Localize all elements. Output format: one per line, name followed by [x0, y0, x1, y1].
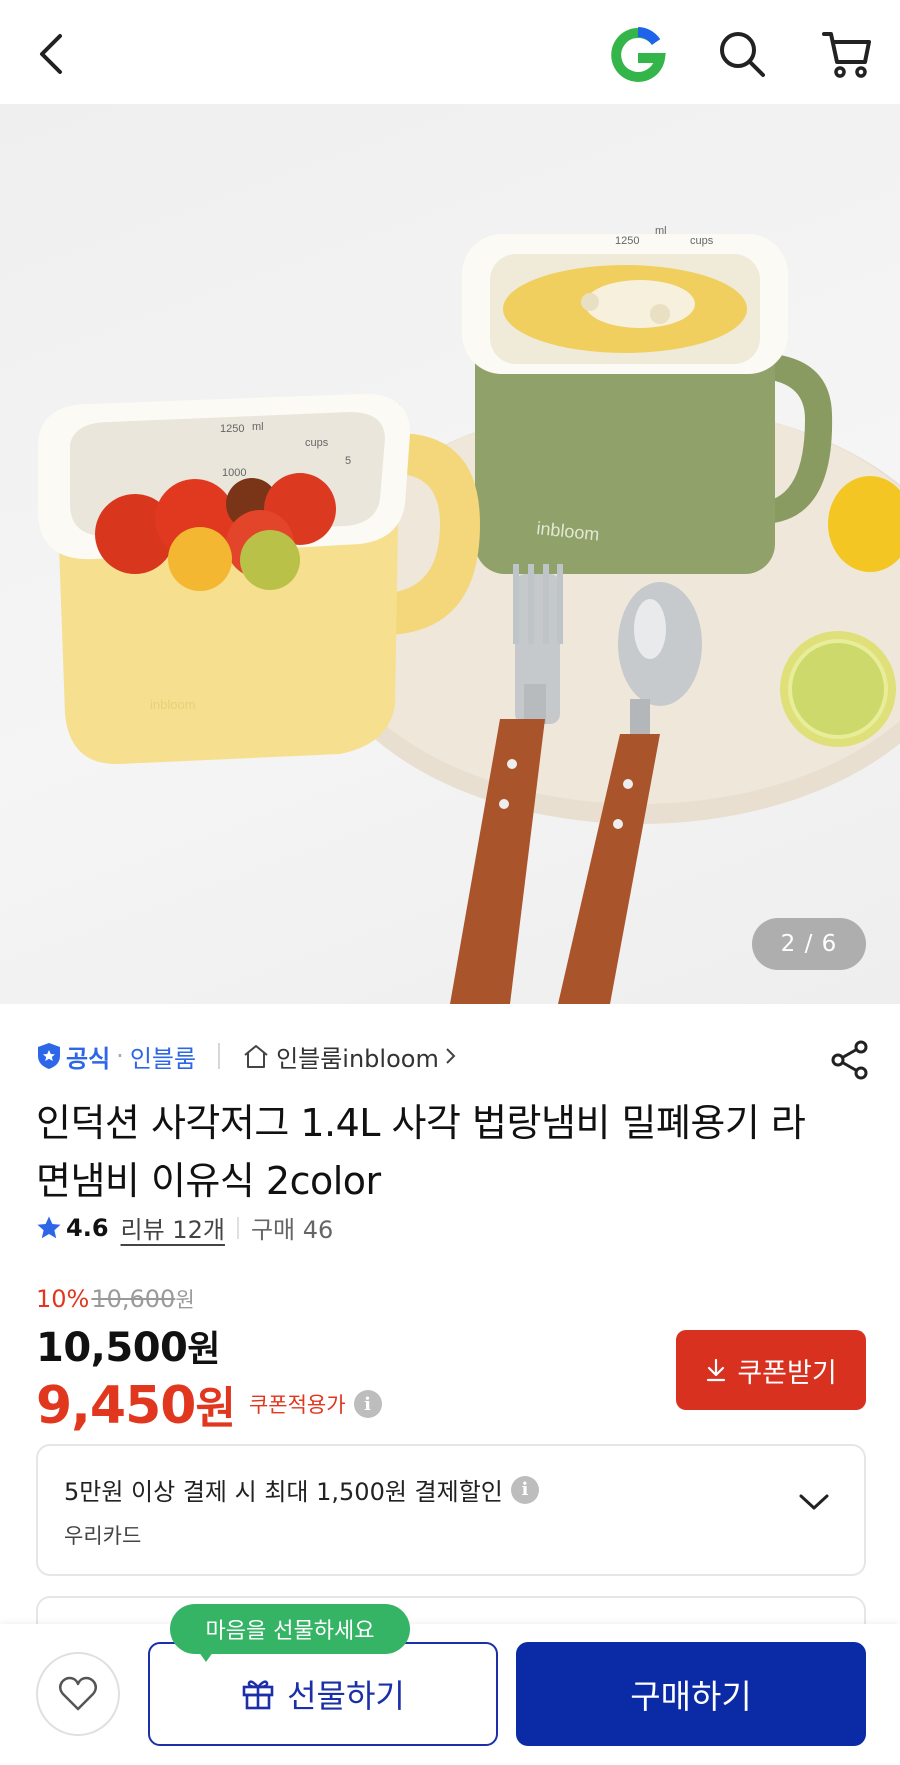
cart-icon — [822, 32, 871, 78]
image-counter: 2 / 6 — [752, 918, 866, 970]
rating-row: 4.6 리뷰 12개 구매 46 — [36, 1210, 333, 1245]
discount-row: 10% 10,600 원 — [36, 1284, 866, 1314]
discount-rate: 10% — [36, 1285, 90, 1313]
back-button[interactable] — [20, 22, 84, 86]
get-coupon-button[interactable]: 쿠폰받기 — [676, 1330, 866, 1410]
chevron-left-icon — [40, 34, 62, 74]
info-icon[interactable]: i — [510, 1475, 539, 1504]
search-icon — [720, 32, 765, 77]
original-price-unit: 원 — [175, 1288, 195, 1312]
official-label: 공식 — [66, 1044, 111, 1073]
gift-tooltip-tail — [196, 1648, 216, 1662]
home-icon — [244, 1045, 268, 1068]
bottom-action-bar: 선물하기 구매하기 — [0, 1624, 900, 1765]
green-mug-scale-cups: cups — [690, 235, 714, 247]
divider — [236, 1216, 239, 1239]
purchase-count: 구매 46 — [250, 1216, 334, 1244]
product-photo: 1250 cups ml inbloom 1250 cups ml 1000 5… — [38, 225, 900, 1004]
g-logo-icon — [611, 27, 666, 82]
g-logo-button[interactable] — [606, 22, 670, 86]
gift-tooltip: 마음을 선물하세요 — [170, 1604, 410, 1654]
store-name: 인블룸inbloom — [276, 1044, 439, 1073]
coupon-applied-label: 쿠폰적용가 — [248, 1393, 346, 1417]
brand-link[interactable]: 인블룸 — [130, 1039, 196, 1074]
buy-button[interactable]: 구매하기 — [516, 1642, 866, 1746]
official-badge: 공식 — [36, 1039, 110, 1074]
cart-button[interactable] — [815, 22, 879, 86]
yellow-mug-scale-ml: ml — [252, 421, 264, 433]
green-mug-scale-1250: 1250 — [615, 235, 639, 247]
coupon-price-unit: 원 — [195, 1383, 235, 1434]
search-button[interactable] — [710, 22, 774, 86]
yellow-mug-scale-1000: 1000 — [222, 467, 246, 479]
get-coupon-label: 쿠폰받기 — [737, 1357, 837, 1389]
coupon-price-value: 9,450 — [36, 1376, 196, 1436]
star-icon — [37, 1216, 61, 1238]
yellow-mug-scale-5: 5 — [345, 455, 351, 467]
product-title: 인덕션 사각저그 1.4L 사각 법랑냄비 밀폐용기 라면냄비 이유식 2col… — [36, 1101, 806, 1203]
store-link[interactable]: 인블룸inbloom — [242, 1039, 457, 1074]
divider — [218, 1043, 221, 1069]
chevron-down-icon — [799, 1494, 829, 1510]
share-button[interactable] — [826, 1036, 874, 1084]
gift-icon — [242, 1680, 274, 1710]
card-benefit-text: 5만원 이상 결제 시 최대 1,500원 결제할인 — [64, 1478, 503, 1506]
gift-button-label: 선물하기 — [287, 1677, 405, 1715]
reviews-link[interactable]: 리뷰 12개 — [121, 1210, 225, 1245]
shield-icon — [38, 1043, 60, 1069]
share-icon — [831, 1040, 868, 1080]
rating-value: 4.6 — [66, 1213, 109, 1242]
yellow-mug-logo-text: inbloom — [150, 697, 196, 712]
top-app-bar — [0, 0, 900, 104]
heart-icon — [59, 1676, 97, 1711]
brand-row: 공식 · 인블룸 인블룸inbloom — [36, 1036, 866, 1076]
sale-price-unit: 원 — [187, 1329, 220, 1370]
product-image-gallery[interactable]: 1250 cups ml inbloom 1250 cups ml 1000 5… — [0, 104, 900, 1004]
card-benefit-main: 5만원 이상 결제 시 최대 1,500원 결제할인 i — [64, 1472, 539, 1507]
dot-separator: · — [116, 1042, 124, 1070]
card-name: 우리카드 — [64, 1524, 142, 1548]
original-price: 10,600 — [91, 1285, 176, 1313]
info-icon[interactable]: i — [353, 1390, 382, 1418]
wishlist-button[interactable] — [36, 1652, 120, 1736]
coupon-price: 9,450원 — [36, 1372, 236, 1436]
yellow-mug-scale-1250: 1250 — [220, 423, 244, 435]
green-mug-scale-ml: ml — [655, 225, 667, 237]
download-icon — [707, 1358, 726, 1382]
expand-button[interactable] — [798, 1492, 830, 1516]
yellow-mug-scale-cups: cups — [305, 437, 329, 449]
card-benefit-box[interactable]: 5만원 이상 결제 시 최대 1,500원 결제할인 i 우리카드 — [36, 1444, 866, 1576]
sale-price-value: 10,500 — [36, 1325, 188, 1371]
chevron-right-icon — [446, 1048, 456, 1064]
